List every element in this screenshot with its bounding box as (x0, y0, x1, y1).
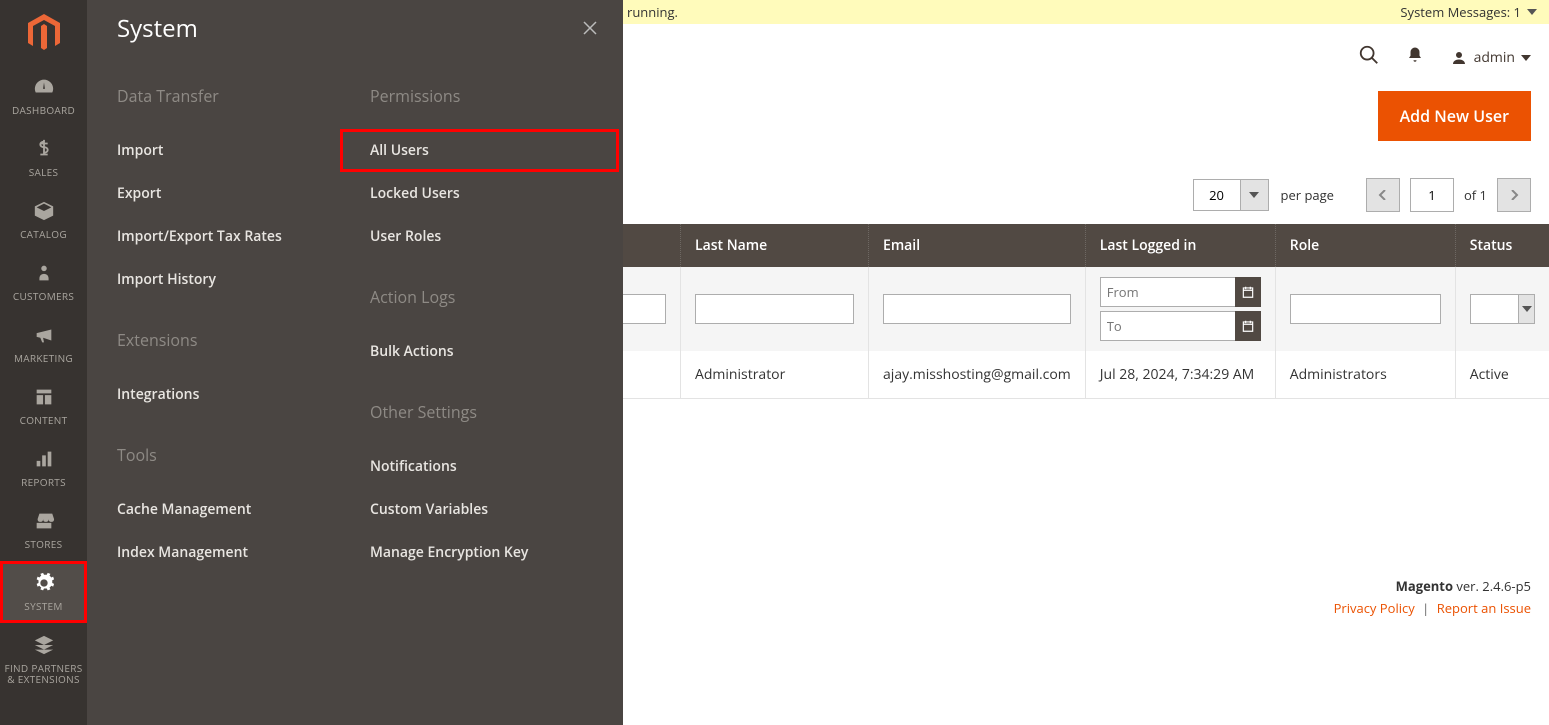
col-email[interactable]: Email (869, 224, 1086, 267)
bell-icon[interactable] (1406, 46, 1424, 69)
chevron-down-icon[interactable] (1519, 294, 1535, 324)
search-icon[interactable] (1358, 44, 1380, 71)
partners-icon (32, 634, 56, 659)
page-footer: Magento ver. 2.4.6-p5 Privacy Policy | R… (1334, 577, 1531, 617)
nav-label: DASHBOARD (8, 105, 79, 116)
flyout-col-right: Permissions All Users Locked Users User … (370, 57, 623, 602)
section-extensions: Extensions (117, 329, 370, 351)
close-icon[interactable] (581, 14, 599, 44)
filter-lastname[interactable] (695, 294, 854, 324)
cell-email: ajay.misshosting@gmail.com (869, 351, 1086, 399)
pager-input[interactable] (1410, 178, 1454, 212)
nav-reports[interactable]: REPORTS (0, 437, 87, 499)
calendar-icon[interactable] (1235, 311, 1261, 341)
footer-magento: Magento (1396, 577, 1453, 595)
nav-label: FIND PARTNERS & EXTENSIONS (0, 663, 87, 685)
content-icon (32, 386, 56, 411)
nav-marketing[interactable]: MARKETING (0, 313, 87, 375)
footer-version: ver. 2.4.6-p5 (1456, 577, 1531, 595)
perpage-input[interactable] (1193, 179, 1241, 211)
bars-icon (32, 448, 56, 473)
link-all-users[interactable]: All Users (340, 129, 619, 172)
link-export[interactable]: Export (117, 172, 370, 215)
nav-label: SYSTEM (20, 601, 66, 612)
calendar-icon[interactable] (1235, 277, 1261, 307)
nav-customers[interactable]: CUSTOMERS (0, 251, 87, 313)
admin-sidebar: DASHBOARD SALES CATALOG CUSTOMERS MARKET… (0, 0, 87, 725)
user-icon (1450, 49, 1468, 67)
pager-prev[interactable] (1366, 178, 1400, 212)
filter-status-input[interactable] (1470, 294, 1520, 324)
flyout-col-left: Data Transfer Import Export Import/Expor… (117, 57, 370, 602)
system-flyout: System Data Transfer Import Export Impor… (87, 0, 623, 725)
link-report-issue[interactable]: Report an Issue (1437, 599, 1531, 617)
section-other-settings: Other Settings (370, 401, 623, 423)
cell-lastname: Administrator (681, 351, 869, 399)
box-icon (32, 200, 56, 225)
filter-role[interactable] (1290, 294, 1441, 324)
dollar-icon (32, 138, 56, 163)
store-icon (32, 510, 56, 535)
section-action-logs: Action Logs (370, 286, 623, 308)
nav-label: SALES (25, 167, 63, 178)
perpage-dropdown[interactable] (1241, 179, 1269, 211)
admin-user-menu[interactable]: admin (1450, 48, 1531, 67)
link-privacy[interactable]: Privacy Policy (1334, 599, 1415, 617)
nav-catalog[interactable]: CATALOG (0, 189, 87, 251)
link-bulk-actions[interactable]: Bulk Actions (370, 330, 623, 373)
nav-stores[interactable]: STORES (0, 499, 87, 561)
link-custom-variables[interactable]: Custom Variables (370, 488, 623, 531)
sysmsg-count[interactable]: System Messages: 1 (1400, 3, 1537, 21)
link-notifications[interactable]: Notifications (370, 445, 623, 488)
nav-partners[interactable]: FIND PARTNERS & EXTENSIONS (0, 623, 87, 695)
link-import-export-tax[interactable]: Import/Export Tax Rates (117, 215, 370, 258)
nav-label: CATALOG (16, 229, 71, 240)
section-data-transfer: Data Transfer (117, 85, 370, 107)
col-lastname[interactable]: Last Name (681, 224, 869, 267)
dashboard-icon (32, 76, 56, 101)
link-user-roles[interactable]: User Roles (370, 215, 623, 258)
link-index[interactable]: Index Management (117, 531, 370, 574)
section-tools: Tools (117, 444, 370, 466)
filter-status[interactable] (1470, 294, 1535, 324)
nav-dashboard[interactable]: DASHBOARD (0, 65, 87, 127)
link-import[interactable]: Import (117, 129, 370, 172)
cell-status: Active (1455, 351, 1549, 399)
link-import-history[interactable]: Import History (117, 258, 370, 301)
cell-role: Administrators (1275, 351, 1455, 399)
perpage-label: per page (1281, 186, 1334, 204)
gear-icon (32, 572, 56, 597)
col-status[interactable]: Status (1455, 224, 1549, 267)
nav-content[interactable]: CONTENT (0, 375, 87, 437)
megaphone-icon (32, 324, 56, 349)
cell-lastlogged: Jul 28, 2024, 7:34:29 AM (1085, 351, 1275, 399)
nav-sales[interactable]: SALES (0, 127, 87, 189)
nav-label: REPORTS (17, 477, 70, 488)
link-encryption[interactable]: Manage Encryption Key (370, 531, 623, 574)
person-icon (32, 262, 56, 287)
magento-logo[interactable] (0, 0, 87, 65)
link-locked-users[interactable]: Locked Users (370, 172, 623, 215)
link-cache[interactable]: Cache Management (117, 488, 370, 531)
nav-label: STORES (21, 539, 67, 550)
flyout-title: System (117, 12, 198, 45)
nav-label: CONTENT (16, 415, 72, 426)
col-lastlogged[interactable]: Last Logged in (1085, 224, 1275, 267)
pager-next[interactable] (1497, 178, 1531, 212)
nav-system[interactable]: SYSTEM (0, 561, 87, 623)
perpage-select[interactable] (1193, 179, 1269, 211)
pager-of: of 1 (1464, 186, 1487, 204)
col-role[interactable]: Role (1275, 224, 1455, 267)
filter-email[interactable] (883, 294, 1071, 324)
link-integrations[interactable]: Integrations (117, 373, 370, 416)
nav-label: CUSTOMERS (9, 291, 78, 302)
chevron-down-icon (1527, 7, 1537, 17)
magento-icon (25, 14, 63, 52)
add-new-user-button[interactable]: Add New User (1378, 91, 1531, 141)
section-permissions: Permissions (370, 85, 623, 107)
chevron-down-icon (1521, 55, 1531, 61)
nav-label: MARKETING (10, 353, 77, 364)
